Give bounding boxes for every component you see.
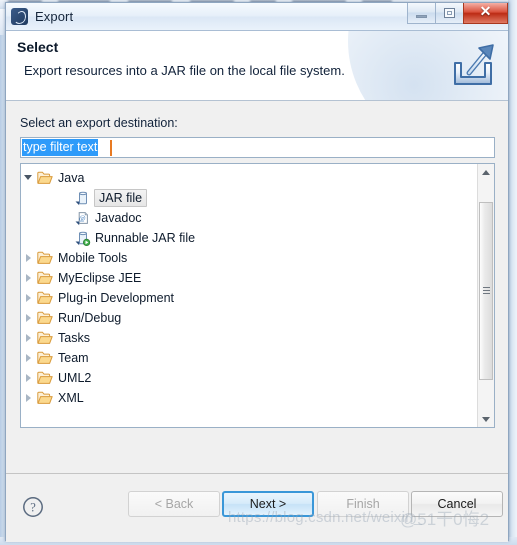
minimize-button[interactable] [407,3,436,24]
tree-item[interactable]: @ Javadoc [21,208,476,228]
svg-text:?: ? [30,500,36,514]
scrollbar-grip-icon [483,287,490,295]
jar-file-icon [75,191,91,206]
back-button[interactable]: < Back [128,491,220,517]
folder-open-icon [37,251,53,265]
title-bar[interactable]: Export ✕ [6,3,508,31]
filter-input[interactable]: type filter text [20,137,495,158]
text-caret [110,140,112,156]
tree-item-label: Run/Debug [58,311,122,325]
folder-open-icon [37,351,53,365]
minimize-icon [416,15,427,18]
scroll-up-button[interactable] [478,164,494,180]
tree-item-label: XML [58,391,84,405]
window-title: Export [35,9,74,24]
background-right-edge [508,0,517,545]
folder-open-icon [37,371,53,385]
window-controls: ✕ [407,3,508,25]
tree-item-label: Mobile Tools [58,251,128,265]
folder-open-icon [37,271,53,285]
tree-item-label: Javadoc [95,211,142,225]
tree-item[interactable]: Java [21,168,476,188]
tree-item-label: Tasks [58,331,90,345]
tree-item[interactable]: Plug-in Development [21,288,476,308]
maximize-button[interactable] [435,3,464,24]
tree-item-label: Java [58,171,85,185]
filter-input-value: type filter text [22,139,99,156]
folder-open-icon [37,171,53,185]
folder-open-icon [37,291,53,305]
tree-expand-arrow-closed-icon[interactable] [21,368,37,388]
tree-rows: Java JAR file @ Javadoc Runnable JAR file Mob… [21,168,476,427]
chevron-down-icon [482,416,490,422]
tree-expand-arrow-closed-icon[interactable] [21,308,37,328]
page-description: Export resources into a JAR file on the … [24,63,345,78]
tree-item-label: UML2 [58,371,92,385]
tree-item[interactable]: XML [21,388,476,408]
svg-text:@: @ [79,214,86,222]
javadoc-icon: @ [75,211,91,226]
tree-expand-arrow-closed-icon[interactable] [21,248,37,268]
export-destination-tree[interactable]: Java JAR file @ Javadoc Runnable JAR file Mob… [20,163,495,428]
folder-open-icon [37,391,53,405]
tree-item[interactable]: Run/Debug [21,308,476,328]
destination-label: Select an export destination: [20,116,178,130]
close-icon: ✕ [479,4,492,20]
scrollbar-thumb[interactable] [479,202,493,380]
help-question-icon[interactable]: ? [22,496,44,518]
tree-item[interactable]: Mobile Tools [21,248,476,268]
page-title: Select [17,39,59,55]
chevron-up-icon [482,169,490,175]
tree-item-label: Team [58,351,89,365]
tree-expand-arrow-closed-icon[interactable] [21,288,37,308]
folder-open-icon [37,311,53,325]
eclipse-icon [11,8,28,25]
tree-item[interactable]: Tasks [21,328,476,348]
wizard-body: Select an export destination: type filte… [6,101,508,473]
tree-item[interactable]: Runnable JAR file [21,228,476,248]
tree-item-label: MyEclipse JEE [58,271,142,285]
tree-expand-arrow-open-icon[interactable] [21,168,37,188]
dialog-button-bar: ? < Back Next > Finish Cancel [6,473,508,542]
tree-item[interactable]: UML2 [21,368,476,388]
runnable-jar-icon [75,231,91,246]
scroll-down-button[interactable] [478,411,494,427]
tree-expand-arrow-closed-icon[interactable] [21,328,37,348]
tree-item[interactable]: JAR file [21,188,476,208]
tree-expand-arrow-closed-icon[interactable] [21,268,37,288]
tree-expand-arrow-closed-icon[interactable] [21,388,37,408]
finish-button[interactable]: Finish [317,491,409,517]
folder-open-icon [37,331,53,345]
tree-item-label: Plug-in Development [58,291,175,305]
tree-item[interactable]: MyEclipse JEE [21,268,476,288]
close-button[interactable]: ✕ [463,3,508,24]
export-wizard-icon [449,43,497,89]
tree-item[interactable]: Team [21,348,476,368]
tree-scrollbar[interactable] [477,164,494,427]
next-button[interactable]: Next > [222,491,314,517]
cancel-button[interactable]: Cancel [411,491,503,517]
maximize-icon [444,8,455,18]
tree-item-label: Runnable JAR file [95,231,196,245]
tree-expand-arrow-closed-icon[interactable] [21,348,37,368]
tree-item-label: JAR file [94,189,148,207]
wizard-header: Select Export resources into a JAR file … [6,31,508,101]
export-dialog: Export ✕ Select Export resources into a … [5,2,509,542]
